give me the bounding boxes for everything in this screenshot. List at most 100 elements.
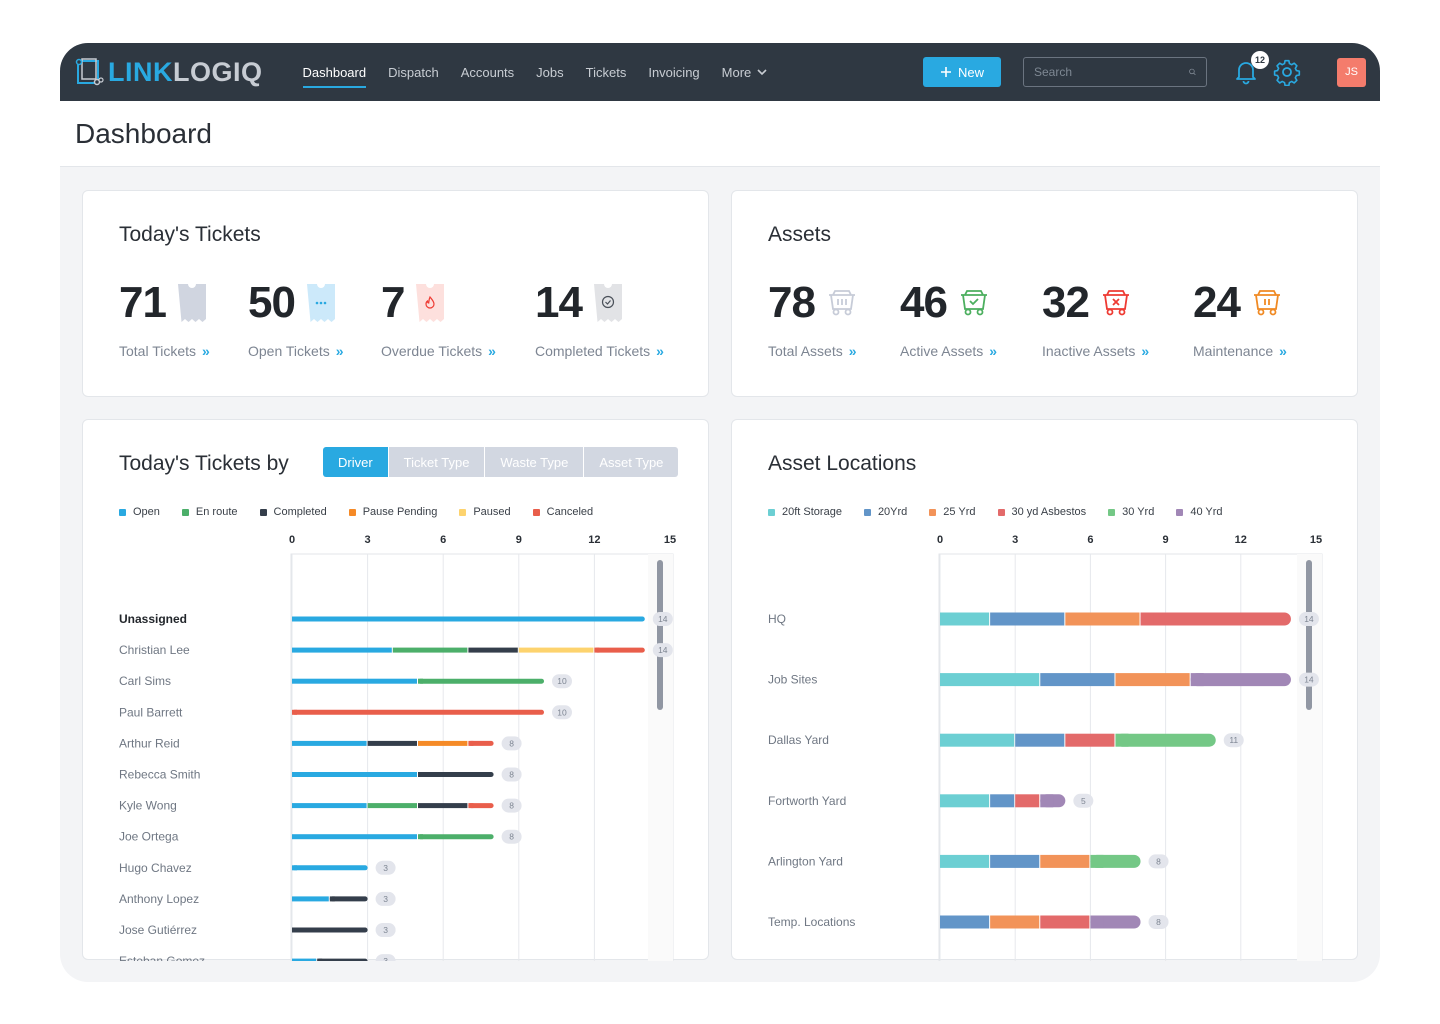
legend-item-20ft-storage[interactable]: 20ft Storage	[768, 506, 842, 518]
overdue-tickets-link[interactable]: Overdue Tickets »	[381, 343, 535, 359]
bar-segment-esteban-gomez-completed[interactable]	[317, 958, 368, 961]
tab-asset-type[interactable]: Asset Type	[583, 447, 679, 477]
bar-segment-rebecca-smith-completed[interactable]	[418, 772, 494, 777]
legend-item-completed[interactable]: Completed	[259, 506, 327, 518]
nav-dispatch[interactable]: Dispatch	[388, 59, 439, 86]
bar-segment-christian-lee-open[interactable]	[292, 647, 392, 653]
logo[interactable]: LINKLOGIQ	[74, 57, 263, 88]
bar-segment-christian-lee-en-route[interactable]	[392, 647, 468, 653]
tab-driver[interactable]: Driver	[323, 447, 388, 477]
bar-segment-fortworth-yard-40-yrd[interactable]	[1040, 794, 1066, 808]
scrollbar-thumb[interactable]	[657, 560, 663, 710]
legend-item-25-yrd[interactable]: 25 Yrd	[929, 506, 976, 518]
bar-segment-arthur-reid-completed[interactable]	[367, 740, 417, 746]
bar-segment-joe-ortega-open[interactable]	[292, 834, 417, 840]
legend-item-en-route[interactable]: En route	[181, 506, 238, 518]
legend-item-30-yd-asbestos[interactable]: 30 yd Asbestos	[997, 506, 1086, 518]
category-label-arlington-yard: Arlington Yard	[768, 854, 843, 868]
user-avatar[interactable]: JS	[1337, 57, 1366, 87]
bar-segment-esteban-gomez-open[interactable]	[292, 958, 317, 961]
total-assets-link[interactable]: Total Assets »	[768, 343, 900, 359]
bar-segment-fortworth-yard-20yrd[interactable]	[990, 794, 1015, 808]
bar-segment-temp-locations-40-yrd[interactable]	[1090, 915, 1141, 929]
legend-item-paused[interactable]: Paused	[459, 506, 511, 518]
bar-segment-arlington-yard-30-yrd[interactable]	[1090, 854, 1141, 868]
legend-item-40-yrd[interactable]: 40 Yrd	[1176, 506, 1223, 518]
bar-segment-hq-30-yd-asbestos[interactable]	[1140, 612, 1291, 626]
legend-item-canceled[interactable]: Canceled	[532, 506, 593, 518]
bar-segment-christian-lee-paused[interactable]	[518, 647, 594, 653]
legend-item-20yrd[interactable]: 20Yrd	[863, 506, 907, 518]
inactive-assets-link[interactable]: Inactive Assets »	[1042, 343, 1193, 359]
nav-accounts[interactable]: Accounts	[461, 59, 514, 86]
x-tick-label: 0	[937, 534, 943, 546]
nav-dashboard[interactable]: Dashboard	[302, 59, 366, 88]
tab-ticket-type[interactable]: Ticket Type	[387, 447, 485, 477]
bar-segment-carl-sims-open[interactable]	[292, 678, 417, 684]
bar-segment-job-sites-20ft-storage[interactable]	[940, 673, 1040, 687]
bar-segment-hq-20ft-storage[interactable]	[940, 612, 990, 626]
search-icon[interactable]	[1189, 66, 1196, 78]
gear-icon[interactable]	[1273, 58, 1301, 86]
bar-segment-fortworth-yard-20ft-storage[interactable]	[940, 794, 990, 808]
bar-segment-cap	[1115, 733, 1129, 747]
bar-segment-arthur-reid-canceled[interactable]	[468, 740, 494, 746]
bar-segment-temp-locations-20yrd[interactable]	[940, 915, 990, 929]
bar-segment-christian-lee-completed[interactable]	[468, 647, 518, 653]
bar-segment-hq-25-yrd[interactable]	[1065, 612, 1140, 626]
legend-item-30-yrd[interactable]: 30 Yrd	[1108, 506, 1154, 518]
bar-segment-job-sites-20yrd[interactable]	[1040, 673, 1115, 687]
bar-segment-anthony-lopez-open[interactable]	[292, 896, 329, 902]
bar-segment-dallas-yard-30-yrd[interactable]	[1115, 733, 1216, 747]
legend-label: 25 Yrd	[943, 506, 976, 518]
scrollbar-track[interactable]	[648, 554, 673, 961]
bar-segment-unassigned-open[interactable]	[292, 616, 645, 622]
nav-jobs[interactable]: Jobs	[536, 59, 563, 86]
completed-tickets-link[interactable]: Completed Tickets »	[535, 343, 664, 359]
bar-segment-jose-guti-rrez-completed[interactable]	[292, 927, 368, 933]
bar-segment-temp-locations-25-yrd[interactable]	[990, 915, 1040, 929]
bar-segment-rebecca-smith-open[interactable]	[292, 772, 417, 777]
bar-segment-arthur-reid-pause-pending[interactable]	[418, 740, 468, 746]
bar-segment-hugo-chavez-open[interactable]	[292, 865, 368, 871]
bar-segment-temp-locations-30-yd-asbestos[interactable]	[1040, 915, 1090, 929]
scrollbar-track[interactable]	[1297, 554, 1322, 961]
bar-segment-arthur-reid-open[interactable]	[292, 740, 367, 746]
bar-segment-fortworth-yard-30-yd-asbestos[interactable]	[1015, 794, 1040, 808]
nav-tickets[interactable]: Tickets	[586, 59, 627, 86]
tab-waste-type[interactable]: Waste Type	[484, 447, 584, 477]
bar-segment-dallas-yard-20ft-storage[interactable]	[940, 733, 1015, 747]
bar-segment-job-sites-40-yrd[interactable]	[1190, 673, 1291, 687]
bar-segment-carl-sims-en-route[interactable]	[418, 678, 544, 684]
open-tickets-link[interactable]: Open Tickets »	[248, 343, 381, 359]
bar-segment-paul-barrett-canceled[interactable]	[292, 709, 544, 715]
nav-more[interactable]: More	[722, 59, 768, 86]
bar-segment-hq-20yrd[interactable]	[990, 612, 1065, 626]
bar-segment-arlington-yard-25-yrd[interactable]	[1040, 854, 1090, 868]
bar-segment-arlington-yard-20yrd[interactable]	[990, 854, 1040, 868]
brand-name-part1: LINK	[108, 56, 173, 87]
bar-segment-kyle-wong-open[interactable]	[292, 803, 367, 809]
legend-item-pause-pending[interactable]: Pause Pending	[348, 506, 437, 518]
notifications-button[interactable]: 12	[1233, 51, 1269, 85]
bar-segment-joe-ortega-en-route[interactable]	[418, 834, 494, 840]
maintenance-link[interactable]: Maintenance »	[1193, 343, 1287, 359]
bar-segment-kyle-wong-completed[interactable]	[418, 803, 468, 809]
nav-invoicing[interactable]: Invoicing	[648, 59, 699, 86]
double-chevron-right-icon: »	[202, 343, 210, 359]
total-tickets-link[interactable]: Total Tickets »	[119, 343, 248, 359]
bar-segment-arlington-yard-20ft-storage[interactable]	[940, 854, 990, 868]
scrollbar-thumb[interactable]	[1306, 560, 1312, 710]
bar-segment-anthony-lopez-completed[interactable]	[329, 896, 368, 902]
new-button[interactable]: New	[923, 57, 1001, 87]
bar-segment-dallas-yard-30-yd-asbestos[interactable]	[1065, 733, 1115, 747]
tickets-by-title: Today's Tickets by	[119, 452, 289, 475]
bar-segment-kyle-wong-canceled[interactable]	[468, 803, 494, 809]
search-input[interactable]	[1034, 65, 1189, 79]
bar-segment-kyle-wong-en-route[interactable]	[367, 803, 417, 809]
legend-item-open[interactable]: Open	[119, 506, 160, 518]
active-assets-link[interactable]: Active Assets »	[900, 343, 1042, 359]
bar-segment-christian-lee-canceled[interactable]	[594, 647, 645, 653]
bar-segment-job-sites-25-yrd[interactable]	[1115, 673, 1190, 687]
bar-segment-dallas-yard-20yrd[interactable]	[1015, 733, 1065, 747]
